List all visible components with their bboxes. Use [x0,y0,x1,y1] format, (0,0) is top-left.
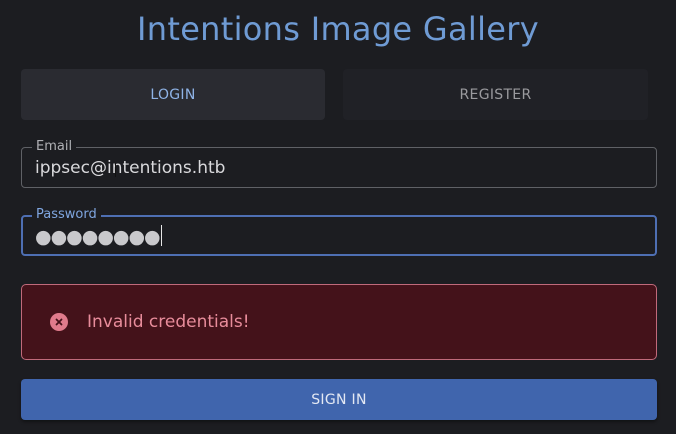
email-label: Email [32,139,77,155]
page-title: Intentions Image Gallery [137,10,539,48]
error-message: Invalid credentials! [87,312,250,332]
tab-register-label: REGISTER [459,86,532,103]
text-caret [160,225,162,246]
password-value-wrap[interactable]: ●●●●●●●● [35,225,162,248]
password-field[interactable]: Password ●●●●●●●● [21,207,657,256]
password-label: Password [32,207,101,223]
password-value: ●●●●●●●● [35,226,161,248]
tab-login-label: LOGIN [150,86,196,103]
tab-register[interactable]: REGISTER [343,69,648,120]
error-alert: Invalid credentials! [21,284,657,360]
tab-login[interactable]: LOGIN [21,69,325,120]
sign-in-button[interactable]: SIGN IN [21,379,657,420]
sign-in-button-label: SIGN IN [311,391,367,408]
email-field[interactable]: Email ippsec@intentions.htb [21,139,657,188]
text-cursor-icon [115,163,116,177]
email-value[interactable]: ippsec@intentions.htb [35,158,225,178]
error-circle-x-icon [50,313,68,331]
login-page: Intentions Image Gallery LOGIN REGISTER … [0,0,676,434]
